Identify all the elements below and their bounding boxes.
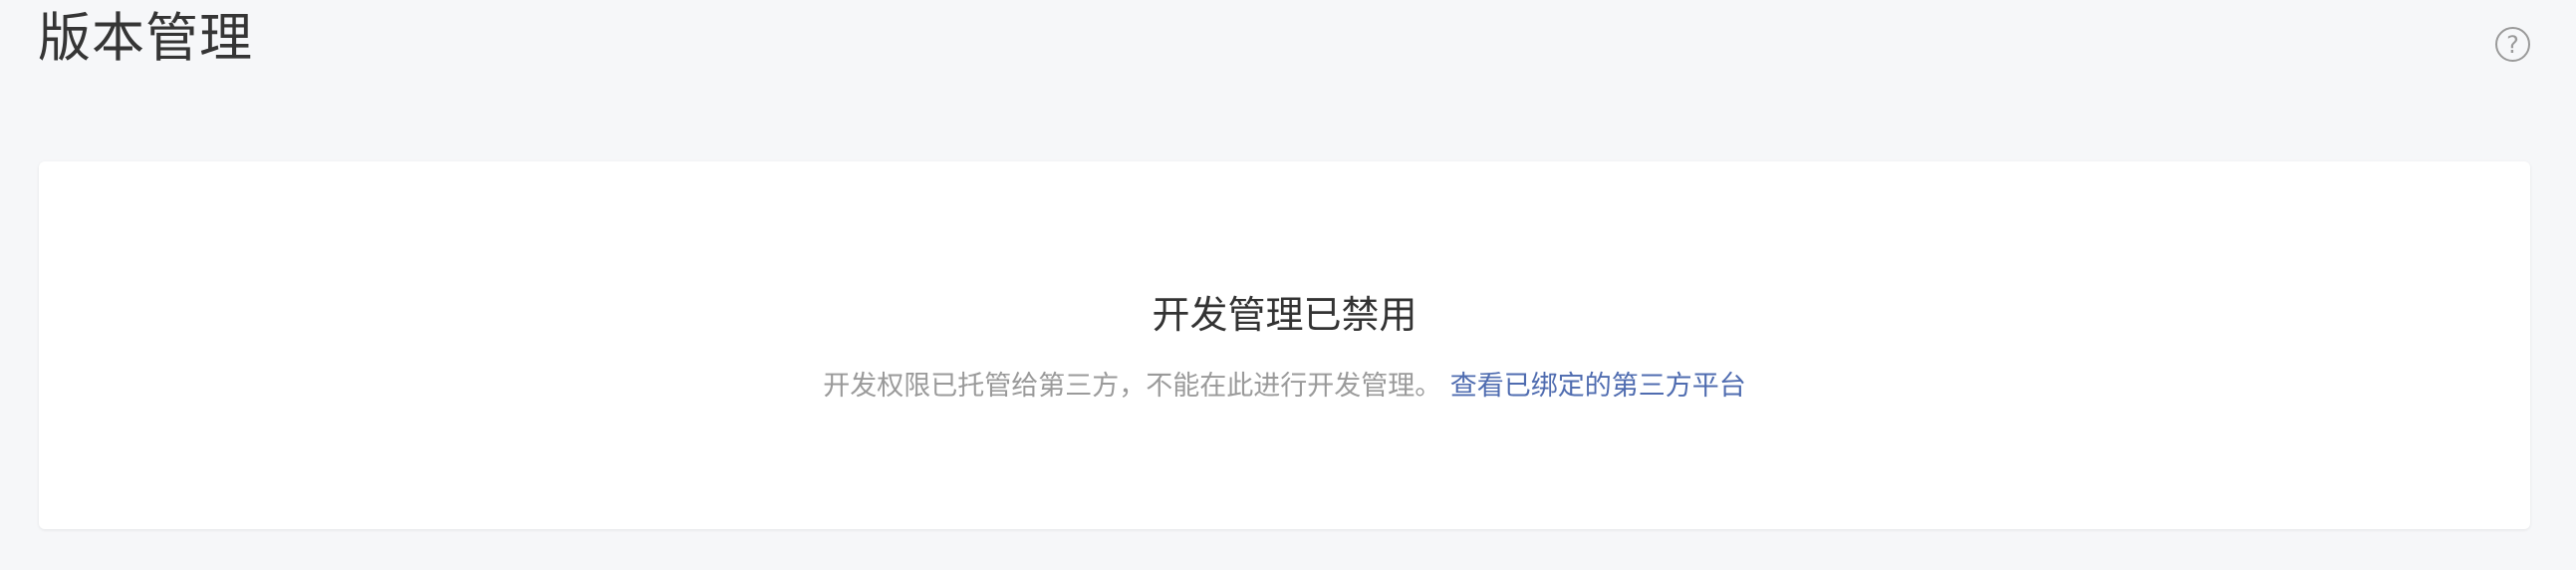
version-management-page: 版本管理 ? 开发管理已禁用 开发权限已托管给第三方，不能在此进行开发管理。 查… bbox=[0, 0, 2576, 570]
disabled-notice-card: 开发管理已禁用 开发权限已托管给第三方，不能在此进行开发管理。 查看已绑定的第三… bbox=[39, 161, 2530, 529]
page-title: 版本管理 bbox=[38, 8, 253, 69]
notice-title: 开发管理已禁用 bbox=[1152, 293, 1417, 337]
question-mark-glyph: ? bbox=[2506, 30, 2519, 59]
notice-description-row: 开发权限已托管给第三方，不能在此进行开发管理。 查看已绑定的第三方平台 bbox=[39, 367, 2530, 407]
help-icon[interactable]: ? bbox=[2495, 27, 2530, 62]
view-third-party-platform-link[interactable]: 查看已绑定的第三方平台 bbox=[1450, 371, 1746, 402]
notice-description: 开发权限已托管给第三方，不能在此进行开发管理。 bbox=[823, 371, 1442, 402]
